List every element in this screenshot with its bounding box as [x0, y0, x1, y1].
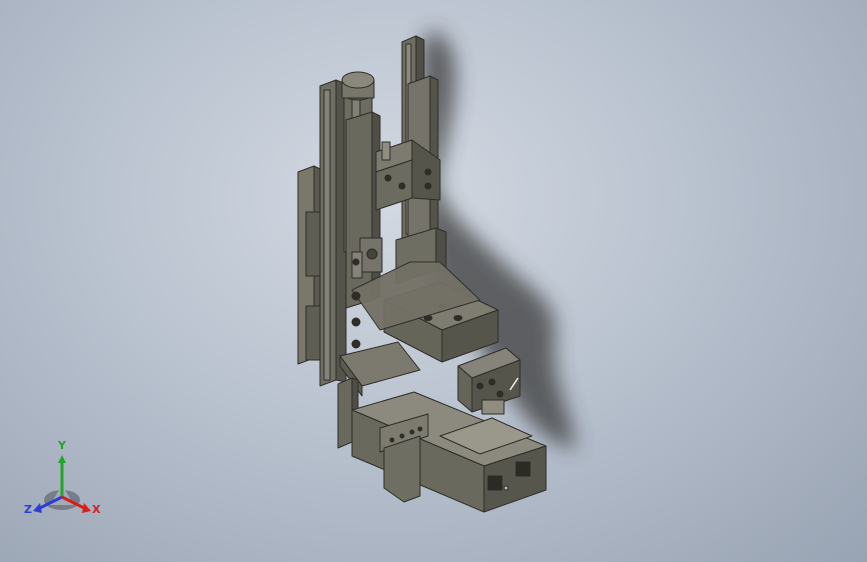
x-axis-label: X: [92, 503, 101, 516]
left-leg: [337, 377, 353, 449]
y-axis-label: Y: [58, 439, 66, 452]
front-bracket: [383, 435, 421, 503]
3d-model-viewport[interactable]: [0, 0, 867, 562]
z-axis-label: Z: [24, 503, 32, 516]
coordinate-triad: Y X Z: [22, 439, 112, 525]
slide-module[interactable]: [457, 347, 521, 415]
center-column: [345, 111, 373, 309]
